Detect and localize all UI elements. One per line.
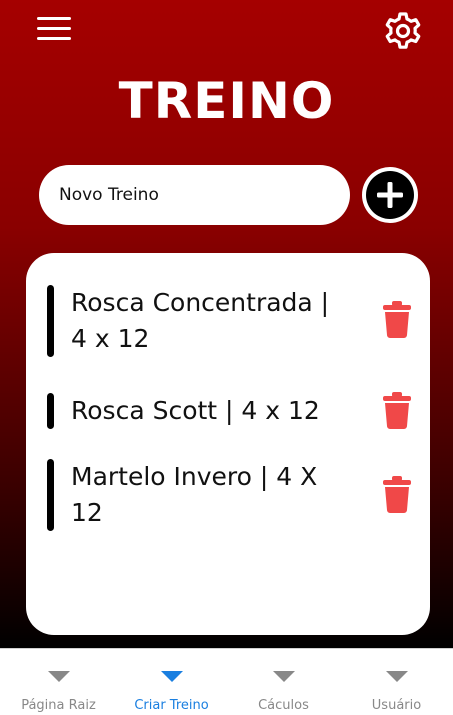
hamburger-menu-icon xyxy=(37,17,71,40)
menu-button[interactable] xyxy=(37,17,71,43)
tab-label: Página Raiz xyxy=(21,698,96,713)
trash-icon xyxy=(383,301,411,338)
list-item: Rosca Scott | 4 x 12 xyxy=(47,392,411,429)
chevron-down-icon xyxy=(47,671,70,682)
list-item: Rosca Concentrada | 4 x 12 xyxy=(47,285,411,357)
tab-label: Usuário xyxy=(371,698,422,713)
tab-label: Criar Treino xyxy=(134,698,209,713)
add-workout-button[interactable] xyxy=(362,167,418,223)
plus-circle-icon xyxy=(377,182,403,208)
delete-button[interactable] xyxy=(381,475,413,513)
exercise-list-card: Rosca Concentrada | 4 x 12 Rosca Scott |… xyxy=(26,253,430,635)
chevron-down-icon xyxy=(160,671,183,682)
exercise-label: Rosca Scott | 4 x 12 xyxy=(71,396,320,425)
tab-usuario[interactable]: Usuário xyxy=(340,649,453,715)
tab-criar-treino[interactable]: Criar Treino xyxy=(115,649,228,715)
exercise-label: Rosca Concentrada | 4 x 12 xyxy=(71,288,330,353)
bottom-navigation: Página Raiz Criar Treino Cáculos Usuário xyxy=(0,648,453,715)
item-accent-bar xyxy=(47,285,54,357)
item-accent-bar xyxy=(47,393,54,429)
item-accent-bar xyxy=(47,459,54,531)
chevron-down-icon xyxy=(272,671,295,682)
settings-button[interactable] xyxy=(383,11,423,51)
trash-icon xyxy=(383,476,411,513)
tab-pagina-raiz[interactable]: Página Raiz xyxy=(2,649,115,715)
tab-label: Cáculos xyxy=(258,698,309,713)
gear-icon xyxy=(385,12,421,49)
list-item: Martelo Invero | 4 X 12 xyxy=(47,459,411,531)
tab-caculos[interactable]: Cáculos xyxy=(227,649,340,715)
trash-icon xyxy=(383,392,411,429)
new-workout-input[interactable] xyxy=(39,165,350,225)
exercise-label: Martelo Invero | 4 X 12 xyxy=(71,462,318,527)
delete-button[interactable] xyxy=(381,391,413,429)
chevron-down-icon xyxy=(385,671,408,682)
app-screen: TREINO Rosca Concentrada | 4 x 12 R xyxy=(0,0,453,648)
page-title: TREINO xyxy=(118,72,335,130)
delete-button[interactable] xyxy=(381,300,413,338)
